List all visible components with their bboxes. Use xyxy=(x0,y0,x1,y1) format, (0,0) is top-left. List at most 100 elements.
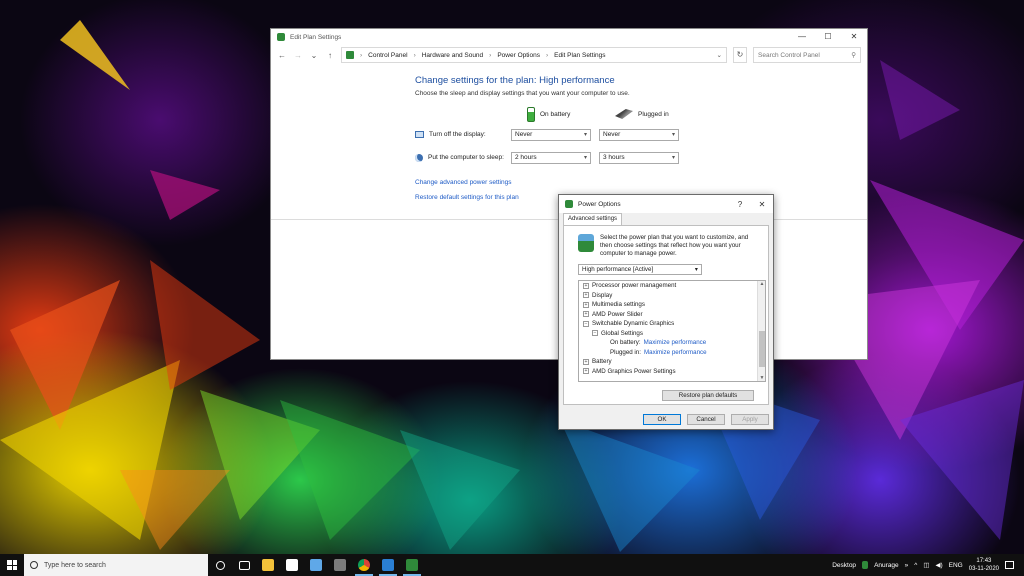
on-battery-value[interactable]: Maximize performance xyxy=(644,338,707,348)
task-view-icon[interactable] xyxy=(232,554,256,576)
chrome-icon[interactable] xyxy=(352,554,376,576)
tab-advanced-settings[interactable]: Advanced settings xyxy=(563,213,623,225)
expand-icon[interactable]: + xyxy=(583,292,589,299)
minimize-button[interactable]: — xyxy=(789,29,815,45)
tree-item-switchable-graphics[interactable]: − Switchable Dynamic Graphics xyxy=(579,319,765,329)
back-arrow-icon[interactable]: ← xyxy=(277,51,287,60)
apply-button[interactable]: Apply xyxy=(731,414,769,425)
breadcrumb-edit-plan-settings[interactable]: Edit Plan Settings xyxy=(554,52,605,59)
tree-item-global-settings[interactable]: − Global Settings xyxy=(579,329,765,339)
network-icon[interactable]: ◫ xyxy=(923,561,929,569)
address-bar: ← → ⌄ ↑ › Control Panel › Hardware and S… xyxy=(271,45,867,65)
clock[interactable]: 17:43 03-11-2020 xyxy=(969,557,999,573)
notification-icon[interactable] xyxy=(1005,561,1014,569)
advanced-settings-panel: Select the power plan that you want to c… xyxy=(563,225,769,405)
forward-arrow-icon[interactable]: → xyxy=(293,51,303,60)
power-plan-icon xyxy=(578,234,594,252)
dialog-titlebar[interactable]: Power Options ? ✕ xyxy=(559,195,773,213)
collapse-icon[interactable]: − xyxy=(592,330,598,337)
file-explorer-icon[interactable] xyxy=(256,554,280,576)
search-input[interactable]: Search Control Panel ⚲ xyxy=(753,47,861,63)
dialog-intro-text: Select the power plan that you want to c… xyxy=(600,234,749,257)
tree-item-multimedia[interactable]: + Multimedia settings xyxy=(579,300,765,310)
cortana-icon[interactable] xyxy=(208,554,232,576)
up-arrow-icon[interactable]: ↑ xyxy=(325,51,335,60)
change-advanced-settings-link[interactable]: Change advanced power settings xyxy=(415,179,867,186)
clock-date: 03-11-2020 xyxy=(968,566,999,572)
close-button[interactable]: ✕ xyxy=(841,29,867,45)
display-off-label: Turn off the display: xyxy=(429,131,486,138)
breadcrumb-power-options[interactable]: Power Options xyxy=(497,52,540,59)
expand-icon[interactable]: + xyxy=(583,311,589,318)
tree-item-amd-power-slider[interactable]: + AMD Power Slider xyxy=(579,310,765,320)
sleep-moon-icon xyxy=(415,153,423,162)
expand-icon[interactable]: + xyxy=(583,301,589,308)
display-off-row: Turn off the display: Never ▾ Never ▾ xyxy=(415,123,867,146)
photos-icon[interactable] xyxy=(376,554,400,576)
tree-scrollbar[interactable]: ▲ ▼ xyxy=(757,281,765,381)
plan-settings-content: Change settings for the plan: High perfo… xyxy=(271,65,867,201)
restore-plan-defaults-button[interactable]: Restore plan defaults xyxy=(662,390,754,401)
battery-icon xyxy=(527,106,535,122)
on-battery-header: On battery xyxy=(527,106,615,122)
scroll-up-icon[interactable]: ▲ xyxy=(758,281,765,287)
display-off-plugged-select[interactable]: Never ▾ xyxy=(599,128,679,141)
collapse-icon[interactable]: − xyxy=(583,320,589,327)
start-button[interactable] xyxy=(0,554,24,576)
tree-item-amd-graphics[interactable]: + AMD Graphics Power Settings xyxy=(579,367,765,377)
power-options-icon[interactable] xyxy=(400,554,424,576)
chevron-up-icon[interactable]: ^ xyxy=(914,562,917,569)
chevron-down-icon: ▾ xyxy=(694,266,698,273)
tree-item-processor[interactable]: + Processor power management xyxy=(579,281,765,291)
maximize-button[interactable]: ☐ xyxy=(815,29,841,45)
expand-icon[interactable]: + xyxy=(583,358,589,365)
help-button[interactable]: ? xyxy=(729,200,751,209)
taskbar: Type here to search Desktop Anurage » ^ … xyxy=(0,554,1024,576)
plug-icon xyxy=(615,109,633,119)
scroll-down-icon[interactable]: ▼ xyxy=(758,375,765,381)
page-subtitle: Choose the sleep and display settings th… xyxy=(415,90,630,97)
sleep-battery-select[interactable]: 2 hours ▾ xyxy=(511,151,591,164)
search-icon: ⚲ xyxy=(851,52,856,59)
notion-icon[interactable] xyxy=(280,554,304,576)
plugged-in-value[interactable]: Maximize performance xyxy=(644,348,707,358)
power-options-icon xyxy=(565,200,573,208)
monitor-icon xyxy=(415,131,424,138)
user-name[interactable]: Anurage xyxy=(874,562,899,569)
recent-locations-icon[interactable]: ⌄ xyxy=(309,51,319,60)
scroll-thumb[interactable] xyxy=(759,331,765,367)
chevron-down-icon: ▾ xyxy=(583,132,587,138)
calculator-icon[interactable] xyxy=(328,554,352,576)
volume-icon[interactable]: ◀) xyxy=(935,561,942,569)
expand-icon[interactable]: + xyxy=(583,282,589,289)
window-titlebar[interactable]: Edit Plan Settings — ☐ ✕ xyxy=(271,29,867,45)
address-dropdown-icon[interactable]: ⌄ xyxy=(717,51,722,59)
power-options-icon xyxy=(277,33,285,41)
expand-icon[interactable]: + xyxy=(583,368,589,375)
breadcrumb-hardware-and-sound[interactable]: Hardware and Sound xyxy=(422,52,483,59)
tree-item-plugged-in[interactable]: Plugged in: Maximize performance xyxy=(579,348,765,358)
tree-item-on-battery[interactable]: On battery: Maximize performance xyxy=(579,338,765,348)
display-off-battery-select[interactable]: Never ▾ xyxy=(511,128,591,141)
breadcrumb[interactable]: › Control Panel › Hardware and Sound › P… xyxy=(341,47,727,63)
dialog-close-button[interactable]: ✕ xyxy=(751,200,773,209)
search-icon xyxy=(30,561,38,569)
plugged-in-header: Plugged in xyxy=(615,109,703,119)
clock-time: 17:43 xyxy=(976,558,992,564)
language-indicator[interactable]: ENG xyxy=(949,562,963,569)
sleep-plugged-select[interactable]: 3 hours ▾ xyxy=(599,151,679,164)
desktop-toolbar-label[interactable]: Desktop xyxy=(832,562,856,569)
ok-button[interactable]: OK xyxy=(643,414,681,425)
notepad-icon[interactable] xyxy=(304,554,328,576)
tree-item-display[interactable]: + Display xyxy=(579,291,765,301)
taskbar-search-input[interactable]: Type here to search xyxy=(24,554,208,576)
breadcrumb-control-panel[interactable]: Control Panel xyxy=(368,52,407,59)
tree-item-battery[interactable]: + Battery xyxy=(579,357,765,367)
refresh-button[interactable]: ↻ xyxy=(733,47,747,63)
cancel-button[interactable]: Cancel xyxy=(687,414,725,425)
more-toolbars-icon[interactable]: » xyxy=(905,562,909,569)
settings-tree: + Processor power management + Display + Mu… xyxy=(578,280,766,382)
user-icon xyxy=(862,561,869,569)
power-options-dialog: Power Options ? ✕ Advanced settings Sele… xyxy=(558,194,774,430)
power-plan-select[interactable]: High performance [Active] ▾ xyxy=(578,264,702,275)
